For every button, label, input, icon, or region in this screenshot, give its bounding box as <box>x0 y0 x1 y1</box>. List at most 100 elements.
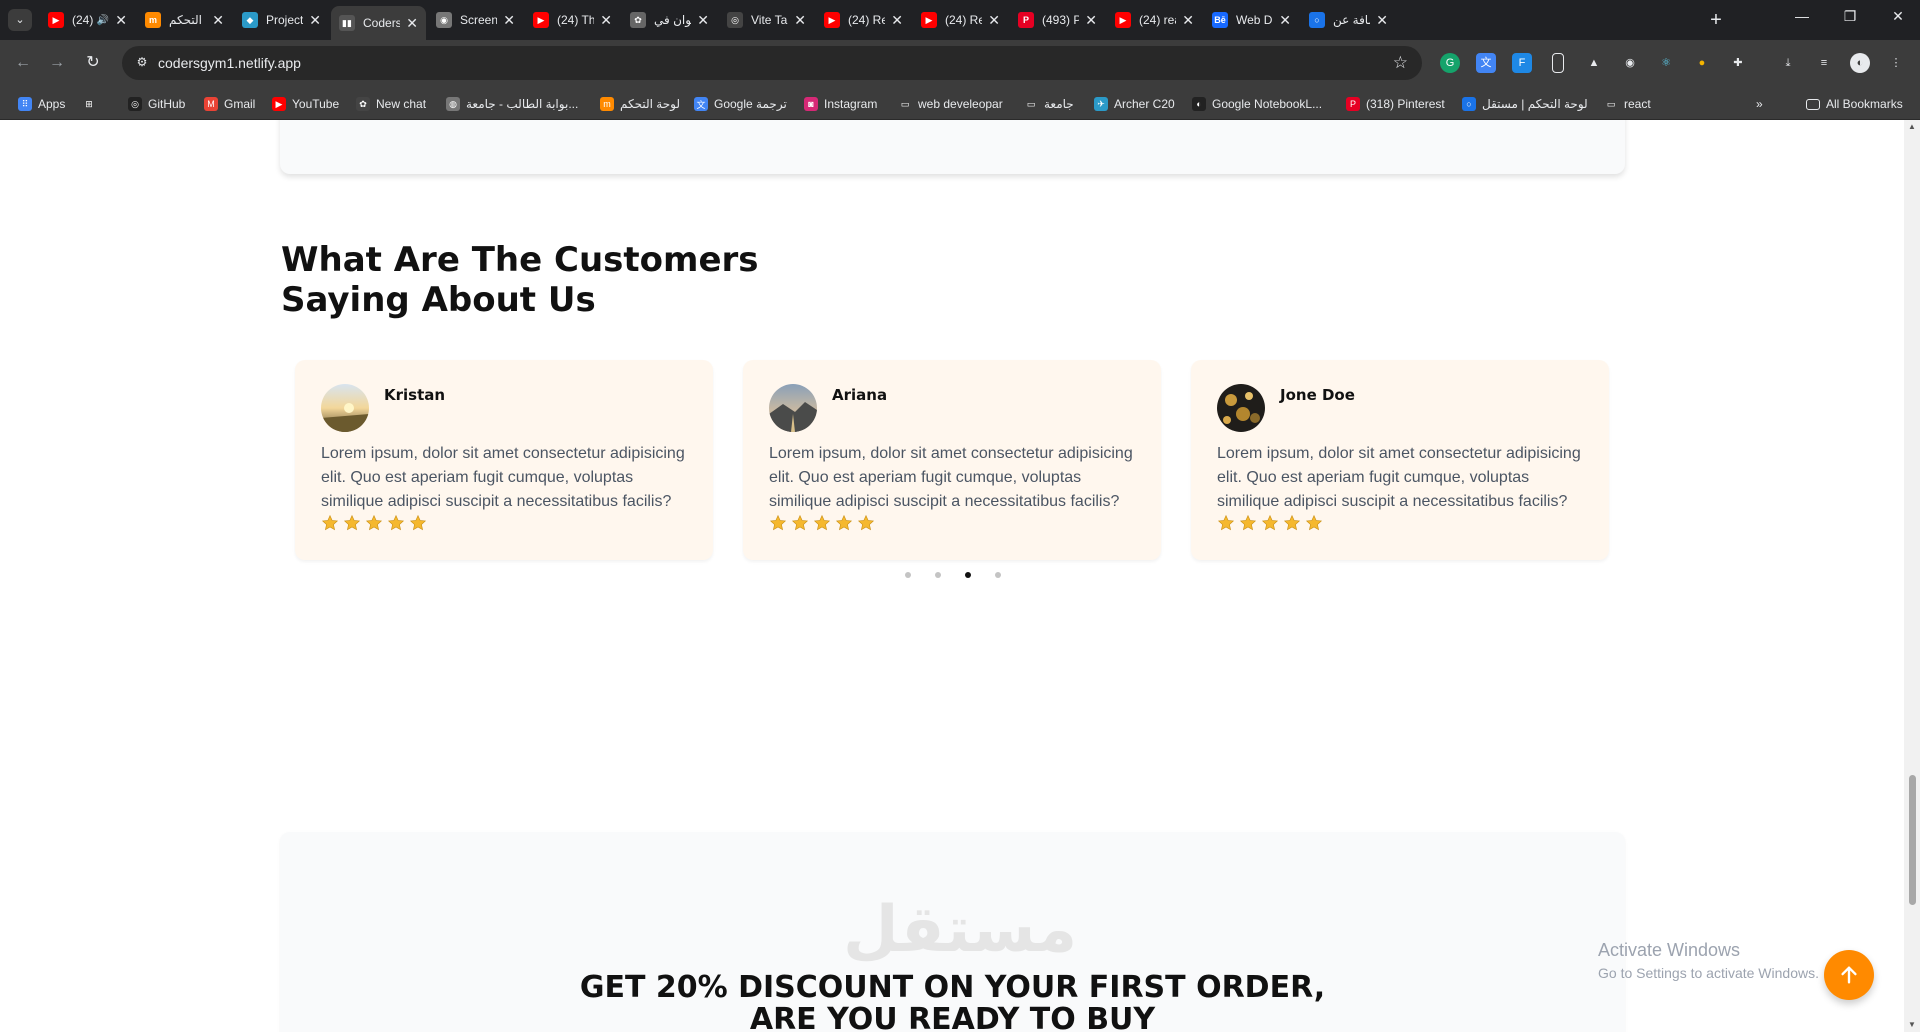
scroll-down-arrow[interactable]: ▼ <box>1906 1020 1918 1029</box>
all-bookmarks-button[interactable]: All Bookmarks <box>1806 95 1903 113</box>
back-button[interactable]: ← <box>12 52 34 74</box>
close-window-button[interactable]: ✕ <box>1878 8 1918 25</box>
browser-tab[interactable]: P (493) Pin ✕ <box>1010 6 1105 34</box>
speaker-icon[interactable]: 🔊 <box>97 15 109 26</box>
watermark-logo: مستقل <box>843 893 1078 967</box>
scrollbar-thumb[interactable] <box>1909 775 1916 905</box>
menu-icon[interactable]: ⋮ <box>1886 53 1906 73</box>
reload-button[interactable]: ↻ <box>82 52 104 74</box>
bookmark-item[interactable]: ▭ react <box>1604 95 1651 113</box>
carousel-dot[interactable] <box>995 572 1001 578</box>
scroll-up-arrow[interactable]: ▲ <box>1906 122 1918 131</box>
close-tab-icon[interactable]: ✕ <box>503 12 515 29</box>
screenshot-ext-icon[interactable]: ◉ <box>1620 53 1640 73</box>
tab-title: (493) Pin <box>1042 13 1080 27</box>
bookmark-item[interactable]: 文 Google ترجمة <box>694 95 787 113</box>
gmail-icon: M <box>204 97 218 111</box>
close-tab-icon[interactable]: ✕ <box>600 12 612 29</box>
close-tab-icon[interactable]: ✕ <box>1085 12 1097 29</box>
browser-tab[interactable]: ▶ (24) Reac ✕ <box>913 6 1008 34</box>
carousel-dot[interactable] <box>965 572 971 578</box>
new-tab-button[interactable]: + <box>1704 8 1728 32</box>
close-tab-icon[interactable]: ✕ <box>212 12 224 29</box>
browser-tab[interactable]: ✿ عنوان في ✕ <box>622 6 717 34</box>
react-devtools-icon[interactable]: ⚛ <box>1656 53 1676 73</box>
reading-list-icon[interactable]: ≡ <box>1814 53 1834 73</box>
bookmark-item[interactable]: ◙ Instagram <box>804 95 877 113</box>
close-tab-icon[interactable]: ✕ <box>1279 12 1291 29</box>
behance-icon: Bē <box>1212 12 1228 28</box>
tab-title: عنوان في <box>654 13 692 27</box>
bookmark-item[interactable]: m لوحة التحكم <box>600 95 680 113</box>
youtube-icon: ▶ <box>921 12 937 28</box>
site-info-icon[interactable]: ⚙ <box>134 55 150 71</box>
close-tab-icon[interactable]: ✕ <box>697 12 709 29</box>
address-bar[interactable]: ⚙ codersgym1.netlify.app ☆ <box>122 46 1422 80</box>
download-icon[interactable]: ⤓ <box>1778 53 1798 73</box>
tab-title: Vite Tailw <box>751 13 788 27</box>
minimize-button[interactable]: — <box>1782 8 1822 24</box>
close-tab-icon[interactable]: ✕ <box>1376 12 1388 29</box>
bookmark-item[interactable]: ▶ YouTube <box>272 95 339 113</box>
font-ext-icon[interactable]: F <box>1512 53 1532 73</box>
bookmarks-bar: ⠿ Apps ⊞ ◎ GitHub M Gmail ▶ YouTube ✿ New chat ◍ بوا… <box>0 86 1920 120</box>
bookmark-item[interactable]: M Gmail <box>204 95 255 113</box>
bookmark-item[interactable]: ✈ Archer C20 <box>1094 95 1175 113</box>
browser-tab[interactable]: ▶ (24) The ✕ <box>525 6 620 34</box>
close-tab-icon[interactable]: ✕ <box>891 12 903 29</box>
carousel-dot[interactable] <box>905 572 911 578</box>
close-tab-icon[interactable]: ✕ <box>988 12 1000 29</box>
translate-ext-icon[interactable]: 文 <box>1476 53 1496 73</box>
youtube-icon: ▶ <box>533 12 549 28</box>
forward-button[interactable]: → <box>46 52 68 74</box>
bookmarks-overflow-icon[interactable]: » <box>1756 95 1763 113</box>
close-tab-icon[interactable]: ✕ <box>309 12 321 29</box>
browser-tab[interactable]: ▮▮ Coders G ✕ <box>331 6 426 40</box>
carousel-pagination <box>905 572 1001 578</box>
colorzilla-icon[interactable]: ● <box>1692 53 1712 73</box>
scroll-to-top-button[interactable] <box>1824 950 1874 1000</box>
browser-tab[interactable]: ▶ (24) 🔊 ✕ <box>40 6 135 34</box>
browser-tab[interactable]: m لوحة التحكم ✕ <box>137 6 232 34</box>
apps-icon: ⠿ <box>18 97 32 111</box>
tab-search-button[interactable]: ⌄ <box>8 9 32 31</box>
grammarly-icon[interactable]: G <box>1440 53 1460 73</box>
bookmark-item[interactable]: ◎ GitHub <box>128 95 185 113</box>
profile-avatar[interactable]: ◐ <box>1850 53 1870 73</box>
browser-tab[interactable]: ◎ Vite Tailw ✕ <box>719 6 814 34</box>
restore-button[interactable]: ❐ <box>1830 8 1870 25</box>
avatar <box>1217 384 1265 432</box>
extensions-icon[interactable]: ✚ <box>1728 53 1748 73</box>
bookmark-item[interactable]: ✿ New chat <box>356 95 426 113</box>
close-tab-icon[interactable]: ✕ <box>794 12 806 29</box>
activate-windows-title: Activate Windows <box>1598 940 1741 960</box>
bookmark-item[interactable]: ⠿ Apps <box>18 95 65 113</box>
mobile-view-icon[interactable] <box>1552 53 1564 73</box>
close-tab-icon[interactable]: ✕ <box>1182 12 1194 29</box>
bookmark-item[interactable]: ⊞ <box>82 95 102 113</box>
carousel-dot[interactable] <box>935 572 941 578</box>
bookmark-item[interactable]: ○ لوحة التحكم | مستقل <box>1462 95 1588 113</box>
bookmark-item[interactable]: P (318) Pinterest <box>1346 95 1445 113</box>
browser-tab[interactable]: Bē Web Des ✕ <box>1204 6 1299 34</box>
bookmark-item[interactable]: ◐ Google NotebookL... <box>1192 95 1322 113</box>
tab-title: Screen C <box>460 13 498 27</box>
bookmark-label: جامعة <box>1044 97 1074 111</box>
url-text[interactable]: codersgym1.netlify.app <box>158 55 301 71</box>
close-tab-icon[interactable]: ✕ <box>115 12 127 29</box>
browser-tab[interactable]: ▶ (24) Reac ✕ <box>816 6 911 34</box>
avatar <box>769 384 817 432</box>
circle-icon: ○ <box>1462 97 1476 111</box>
browser-tab[interactable]: ▶ (24) reac ✕ <box>1107 6 1202 34</box>
translate-icon: 文 <box>694 97 708 111</box>
browser-tab[interactable]: ◆ Project o ✕ <box>234 6 329 34</box>
close-tab-icon[interactable]: ✕ <box>406 15 418 32</box>
browser-tab[interactable]: ◉ Screen C ✕ <box>428 6 523 34</box>
drive-ext-icon[interactable]: ▲ <box>1584 53 1604 73</box>
bookmark-item[interactable]: ◍ بوابة الطالب - جامعة... <box>446 95 578 113</box>
star-rating <box>769 514 875 532</box>
bookmark-item[interactable]: ▭ web develeopar <box>898 95 1003 113</box>
bookmark-item[interactable]: ▭ جامعة <box>1024 95 1074 113</box>
browser-tab[interactable]: ○ إضافة عن ✕ <box>1301 6 1396 34</box>
bookmark-star-icon[interactable]: ☆ <box>1393 53 1408 73</box>
